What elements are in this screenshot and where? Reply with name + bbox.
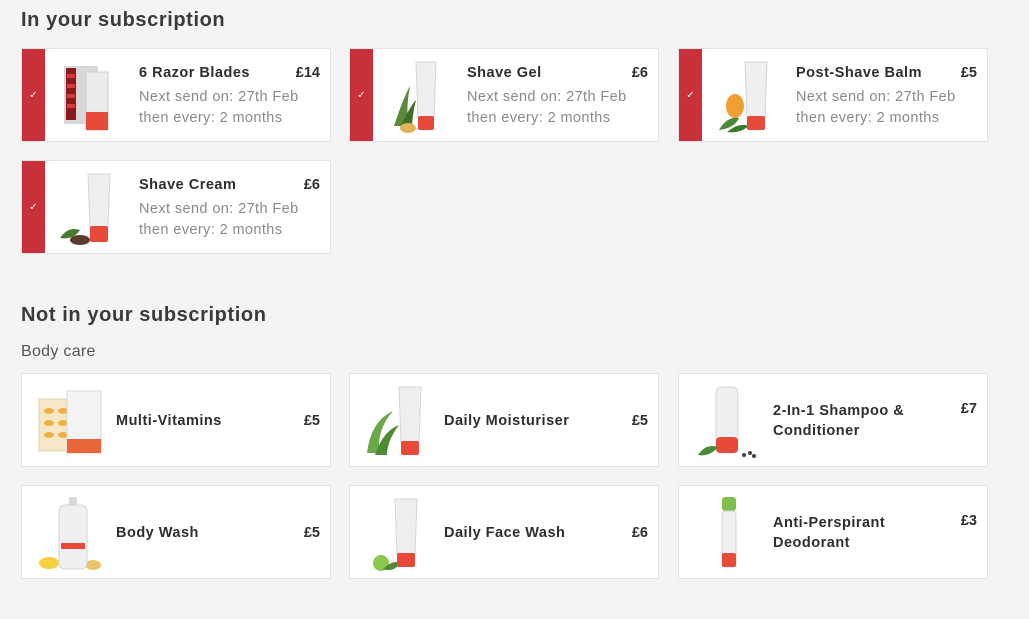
shave-cream-image [60,173,111,245]
item-price: £5 [631,413,648,429]
check-icon: ✓ [22,161,45,253]
product-daily-moisturiser[interactable]: Daily Moisturiser £5 [349,373,659,467]
item-name: Multi-Vitamins [116,413,222,429]
item-name: 6 Razor Blades [139,65,250,81]
razor-blades-image [64,66,109,131]
category-label: Body care [21,343,96,360]
item-name: Daily Moisturiser [444,413,570,429]
item-price: £6 [631,65,648,81]
check-icon: ✓ [679,49,702,141]
next-send-text: Next send on: 27th Feb [139,89,299,105]
product-shampoo-conditioner[interactable]: 2-In-1 Shampoo & Conditioner £7 [678,373,988,467]
check-icon: ✓ [22,49,45,141]
item-price: £7 [960,401,977,417]
item-name: 2-In-1 Shampoo & Conditioner [773,403,905,439]
daily-moisturiser-image [367,386,422,455]
product-body-wash[interactable]: Body Wash £5 [21,485,331,579]
next-send-text: Next send on: 27th Feb [139,201,299,217]
multi-vitamins-image [38,390,102,454]
body-wash-image [39,497,101,570]
item-name: Anti-Perspirant Deodorant [773,515,886,551]
item-price: £5 [303,525,320,541]
daily-face-wash-image [373,498,418,571]
item-name: Body Wash [116,525,199,541]
item-name: Daily Face Wash [444,525,566,541]
frequency-text: then every: 2 months [139,222,283,238]
frequency-text: then every: 2 months [139,110,283,126]
next-send-text: Next send on: 27th Feb [467,89,627,105]
subscription-item-shave-gel[interactable]: ✓ Shave Gel £6 Next send on: 27th Feb th… [349,48,659,142]
frequency-text: then every: 2 months [796,110,940,126]
item-name: Shave Cream [139,177,237,193]
not-in-subscription-title: Not in your subscription [21,304,267,326]
shave-gel-image [394,61,437,133]
subscription-item-shave-cream[interactable]: ✓ Shave Cream £6 Next send on: 27th Feb … [21,160,331,254]
item-price: £6 [303,177,320,193]
product-anti-perspirant-deodorant[interactable]: Anti-Perspirant Deodorant £3 [678,485,988,579]
item-price: £5 [303,413,320,429]
in-subscription-title: In your subscription [21,9,226,31]
next-send-text: Next send on: 27th Feb [796,89,956,105]
post-shave-balm-image [719,61,768,133]
item-name: Post-Shave Balm [796,65,922,81]
subscription-item-razor-blades[interactable]: ✓ 6 Razor Blades £14 Next send on: 27th … [21,48,331,142]
product-multi-vitamins[interactable]: Multi-Vitamins £5 [21,373,331,467]
item-price: £3 [960,513,977,529]
item-price: £5 [960,65,977,81]
frequency-text: then every: 2 months [467,110,611,126]
subscription-item-post-shave-balm[interactable]: ✓ Post-Shave Balm £5 Next send on: 27th … [678,48,988,142]
item-price: £6 [631,525,648,541]
item-price: £14 [295,65,320,81]
deodorant-image [721,497,737,568]
check-icon: ✓ [350,49,373,141]
product-daily-face-wash[interactable]: Daily Face Wash £6 [349,485,659,579]
shampoo-conditioner-image [698,386,756,458]
item-name: Shave Gel [467,65,542,81]
